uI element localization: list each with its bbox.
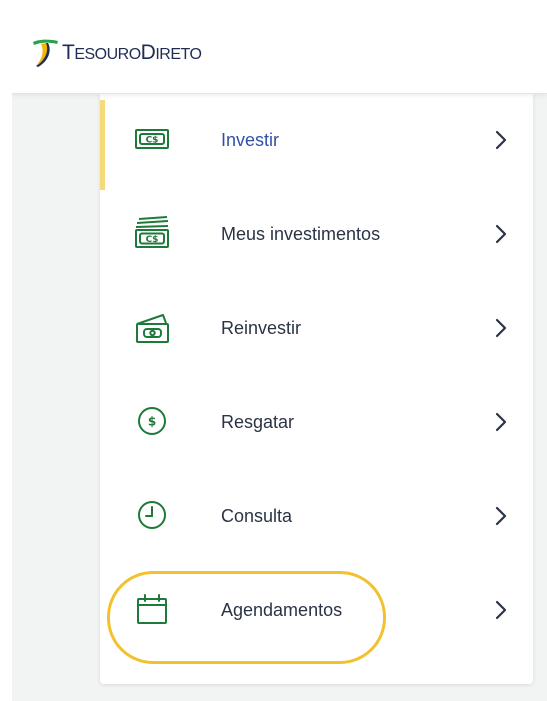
chevron-right-icon <box>491 599 511 621</box>
clock-icon <box>133 496 171 534</box>
chevron-right-icon <box>491 129 511 151</box>
chevron-right-icon <box>491 317 511 339</box>
menu-item-consulta[interactable]: Consulta <box>100 470 533 564</box>
header: TESOURODIRETO <box>12 10 547 94</box>
menu-item-agendamentos[interactable]: Agendamentos <box>100 564 533 658</box>
chevron-right-icon <box>491 411 511 433</box>
logo-word-esouro: ESOURO <box>74 45 141 63</box>
menu-item-label: Consulta <box>221 506 293 526</box>
svg-text:C$: C$ <box>146 136 159 146</box>
money-stack-icon: C$ <box>133 214 171 252</box>
logo-letter-t: T <box>62 40 75 64</box>
side-menu: C$ Investir C$ Meus investimentos Reinve… <box>100 94 533 684</box>
cash-icon: C$ <box>133 120 171 158</box>
logo-letter-d: D <box>140 40 156 64</box>
menu-item-resgatar[interactable]: $ Resgatar <box>100 376 533 470</box>
svg-text:$: $ <box>148 415 156 429</box>
tesouro-logo-icon <box>33 39 58 67</box>
menu-item-label: Reinvestir <box>221 318 302 338</box>
menu-item-label: Meus investimentos <box>221 224 381 244</box>
menu-item-label: Agendamentos <box>221 600 343 620</box>
app-window: TESOURODIRETO C$ Investir C$ Meus invest… <box>12 10 547 701</box>
menu-item-investir[interactable]: C$ Investir <box>100 94 533 190</box>
menu-item-reinvestir[interactable]: Reinvestir <box>100 282 533 376</box>
logo-text: TESOURODIRETO <box>62 40 202 64</box>
tesouro-direto-logo[interactable]: TESOURODIRETO <box>30 36 202 68</box>
logo-word-ireto: IRETO <box>155 45 202 63</box>
calendar-icon <box>133 590 171 628</box>
menu-item-meus-investimentos[interactable]: C$ Meus investimentos <box>100 188 533 282</box>
wallet-icon <box>133 308 171 346</box>
chevron-right-icon <box>491 223 511 245</box>
menu-item-label: Resgatar <box>221 412 295 432</box>
coin-icon: $ <box>133 402 171 440</box>
chevron-right-icon <box>491 505 511 527</box>
menu-item-label: Investir <box>221 130 280 150</box>
svg-text:C$: C$ <box>146 235 159 245</box>
